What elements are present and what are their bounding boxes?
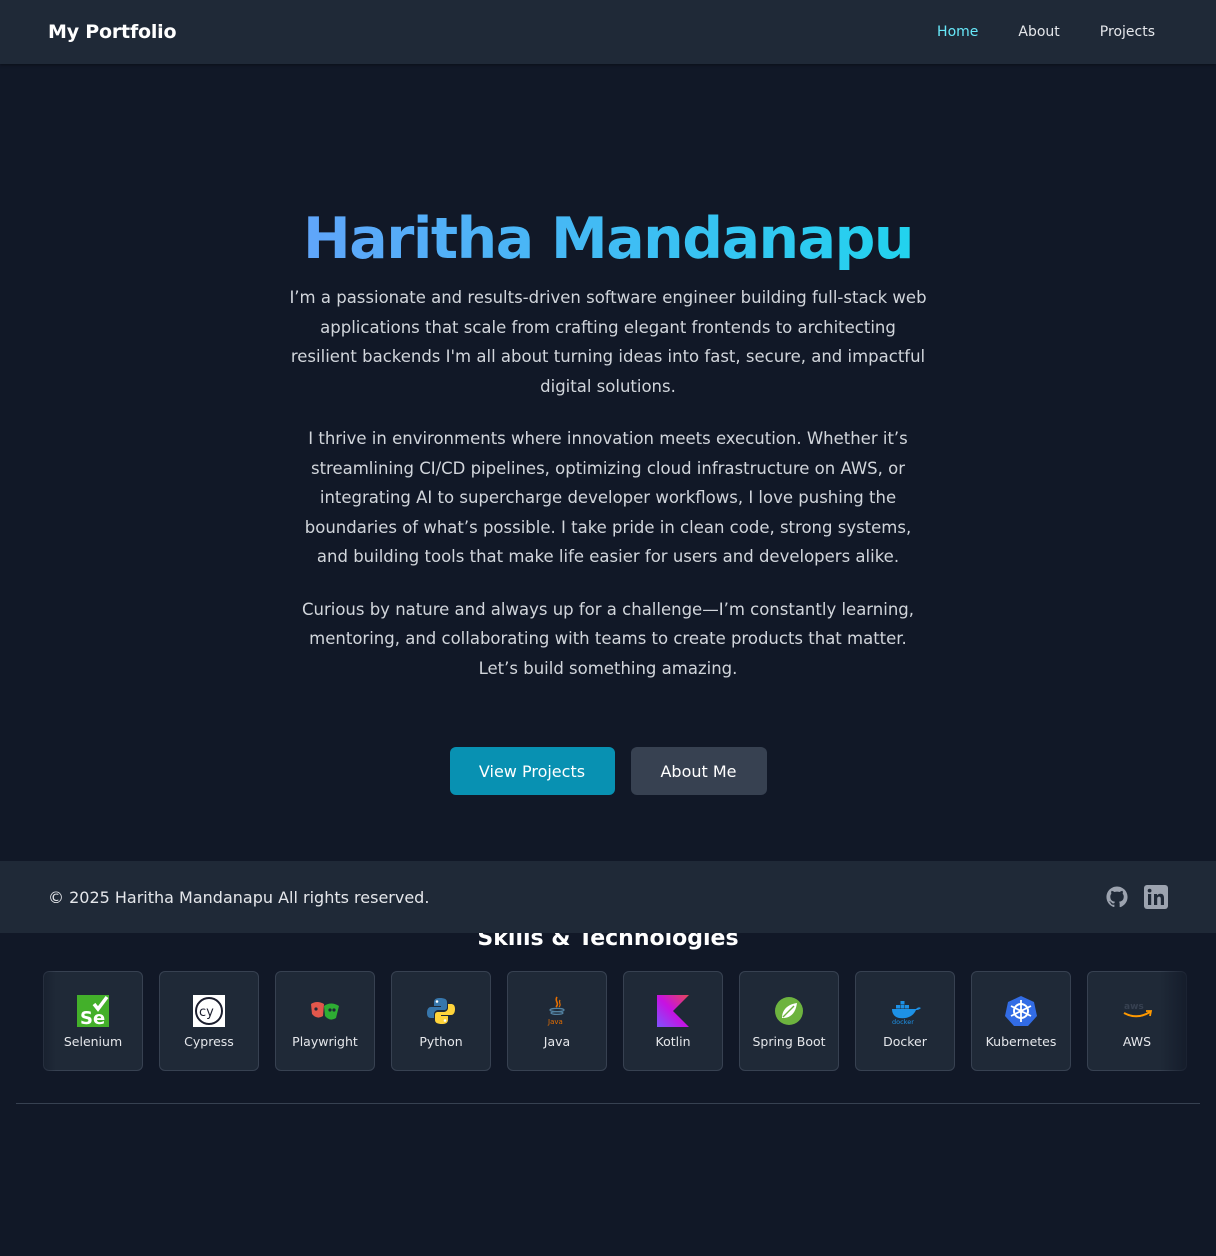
skill-card-python: Python	[391, 971, 491, 1071]
skills-carousel: Se Selenium cy Cypress Playwright Python…	[16, 971, 1200, 1071]
github-icon[interactable]	[1106, 886, 1128, 908]
hero-paragraph-2: I thrive in environments where innovatio…	[304, 429, 912, 566]
svg-text:cy: cy	[199, 1005, 214, 1020]
nav-link-home[interactable]: Home	[937, 24, 978, 40]
nav-link-projects[interactable]: Projects	[1100, 24, 1155, 40]
section-divider	[16, 1103, 1200, 1104]
carousel-fade-right	[1160, 971, 1200, 1071]
skill-card-docker: docker Docker	[855, 971, 955, 1071]
view-projects-button[interactable]: View Projects	[449, 747, 615, 795]
skill-label: Selenium	[63, 1034, 123, 1049]
skill-label: AWS	[1122, 1034, 1152, 1049]
copyright-text: © 2025 Haritha Mandanapu All rights rese…	[48, 887, 430, 907]
skill-card-playwright: Playwright	[275, 971, 375, 1071]
skill-card-spring-boot: Spring Boot	[739, 971, 839, 1071]
hero-paragraph-3: Curious by nature and always up for a ch…	[301, 599, 915, 678]
hero-name: Haritha Mandanapu	[303, 206, 914, 272]
hero-buttons: View Projects About Me	[0, 747, 1216, 795]
skill-label: Kubernetes	[985, 1034, 1057, 1049]
svg-text:aws: aws	[1124, 1002, 1144, 1012]
skill-label: Java	[543, 1034, 571, 1049]
skill-card-java: Java Java	[507, 971, 607, 1071]
hero-section: Haritha Mandanapu I’m a passionate and r…	[0, 64, 1216, 795]
svg-text:docker: docker	[892, 1018, 914, 1025]
kubernetes-icon	[1004, 994, 1038, 1028]
nav-links: Home About Projects	[937, 24, 1155, 40]
skill-card-kotlin: Kotlin	[623, 971, 723, 1071]
skill-card-selenium: Se Selenium	[43, 971, 143, 1071]
aws-icon: aws	[1120, 994, 1154, 1028]
docker-icon: docker	[888, 994, 922, 1028]
footer: © 2025 Haritha Mandanapu All rights rese…	[0, 861, 1216, 933]
nav-link-about[interactable]: About	[1018, 24, 1059, 40]
skill-card-kubernetes: Kubernetes	[971, 971, 1071, 1071]
skill-label: Python	[419, 1034, 463, 1049]
skill-label: Docker	[883, 1034, 927, 1049]
carousel-fade-left	[16, 971, 56, 1071]
skill-label: Kotlin	[655, 1034, 691, 1049]
skill-label: Cypress	[184, 1034, 234, 1049]
selenium-icon: Se	[76, 994, 110, 1028]
svg-text:Java: Java	[547, 1018, 563, 1026]
about-me-button[interactable]: About Me	[630, 747, 767, 795]
top-navbar: My Portfolio Home About Projects	[0, 0, 1216, 64]
playwright-icon	[308, 994, 342, 1028]
svg-text:Se: Se	[80, 1008, 105, 1027]
skill-label: Spring Boot	[752, 1034, 826, 1049]
skill-card-cypress: cy Cypress	[159, 971, 259, 1071]
social-links	[1106, 885, 1168, 909]
skill-label: Playwright	[292, 1034, 358, 1049]
kotlin-icon	[656, 994, 690, 1028]
site-brand[interactable]: My Portfolio	[48, 21, 177, 43]
cypress-icon: cy	[192, 994, 226, 1028]
linkedin-icon[interactable]	[1144, 885, 1168, 909]
java-icon: Java	[540, 994, 574, 1028]
spring-boot-icon	[772, 994, 806, 1028]
python-icon	[424, 994, 458, 1028]
hero-paragraph-1: I’m a passionate and results-driven soft…	[289, 288, 927, 396]
